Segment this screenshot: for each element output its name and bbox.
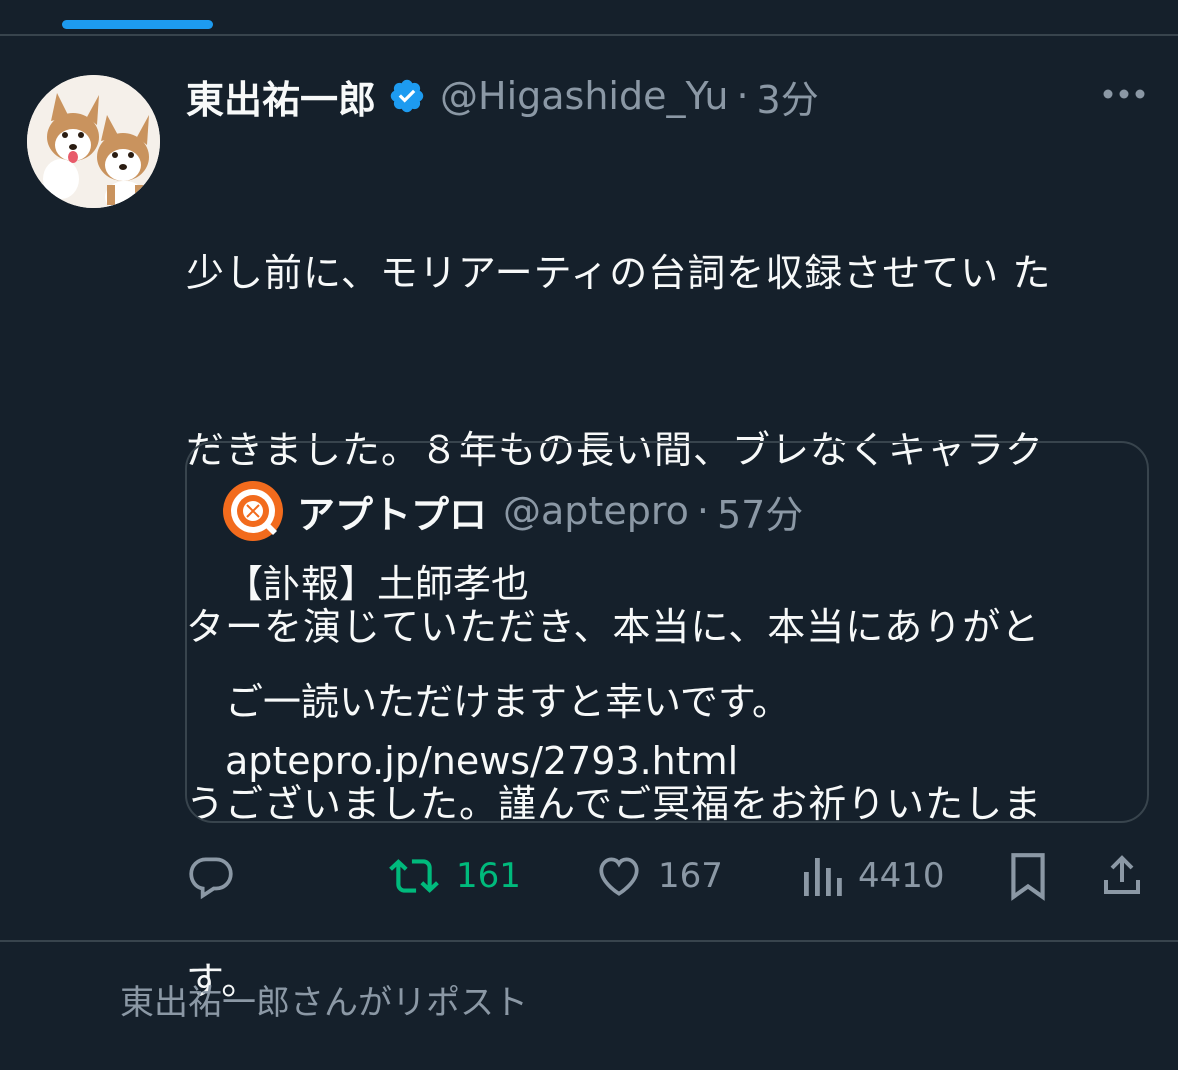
bookmark-icon: [1011, 853, 1045, 901]
heart-icon: [599, 857, 639, 896]
views-button[interactable]: 4410: [800, 846, 945, 906]
views-chart-icon: [804, 858, 842, 896]
quote-text-line: [225, 614, 1125, 673]
avatar[interactable]: [27, 75, 160, 208]
retweet-icon: [389, 859, 439, 893]
quote-separator-dot: ·: [696, 489, 709, 533]
like-count: 167: [658, 856, 723, 896]
aptepro-logo-icon[interactable]: [223, 481, 283, 541]
corgi-avatar-icon: [27, 75, 160, 208]
views-count: 4410: [858, 856, 945, 896]
active-tab-indicator: [62, 20, 213, 29]
quote-text-line: 【訃報】土師孝也: [225, 562, 530, 606]
retweet-button[interactable]: 161: [386, 846, 521, 906]
user-handle[interactable]: @Higashide_Yu: [440, 74, 728, 118]
quote-display-name[interactable]: アプトプロ: [297, 484, 487, 539]
quote-text: 【訃報】土師孝也 ご一読いただけますと幸いです。 aptepro.jp/news…: [225, 555, 1125, 791]
quote-text-line: ご一読いただけますと幸いです。: [225, 680, 791, 724]
quote-header: アプトプロ @aptepro · 57分: [223, 479, 803, 543]
share-button[interactable]: [1098, 846, 1146, 906]
reply-icon: [189, 857, 233, 900]
quote-handle[interactable]: @aptepro: [503, 489, 689, 533]
retweet-count: 161: [456, 856, 521, 896]
quote-link[interactable]: aptepro.jp/news/2793.html: [225, 732, 1125, 791]
action-bar: 161 167 4410: [186, 846, 1150, 906]
tweet-header: 東出祐一郎 @Higashide_Yu · 3分: [186, 70, 819, 122]
next-item-repost-label: 東出祐一郎さんがリポスト: [120, 983, 528, 1023]
more-options-icon[interactable]: [1102, 84, 1146, 104]
tweet-text-line: 少し前に、モリアーティの台詞を収録させてい た: [186, 251, 1052, 295]
bookmark-button[interactable]: [1006, 846, 1050, 906]
display-name[interactable]: 東出祐一郎: [186, 69, 376, 124]
timestamp[interactable]: 3分: [757, 69, 819, 124]
verified-badge-icon: [390, 79, 424, 113]
quote-timestamp[interactable]: 57分: [717, 484, 803, 539]
quote-tweet-card[interactable]: アプトプロ @aptepro · 57分 【訃報】土師孝也 ご一読いただけますと…: [185, 441, 1149, 823]
reply-button[interactable]: [186, 846, 250, 906]
share-icon: [1104, 855, 1140, 894]
like-button[interactable]: 167: [594, 846, 723, 906]
separator-dot: ·: [736, 74, 749, 118]
bottom-divider: [0, 940, 1178, 942]
top-divider: [0, 34, 1178, 36]
